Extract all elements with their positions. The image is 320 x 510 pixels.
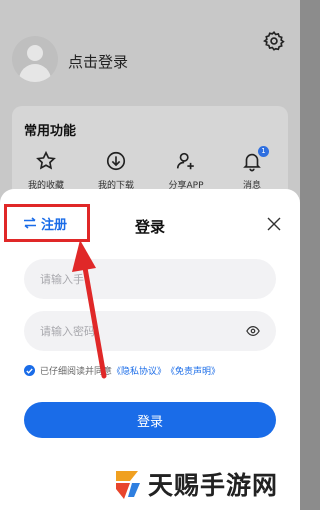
gear-icon[interactable]: [263, 30, 285, 52]
login-submit-label: 登录: [136, 414, 163, 430]
downloads-button[interactable]: 我的下载: [86, 150, 146, 191]
watermark-logo-icon: [116, 471, 140, 499]
close-icon[interactable]: [267, 217, 281, 231]
download-icon: [106, 151, 126, 171]
message-count-badge: 1: [258, 146, 269, 157]
avatar[interactable]: [12, 36, 58, 82]
messages-button[interactable]: 1 消息: [222, 146, 282, 191]
watermark-text: 天赐手游网: [148, 471, 279, 500]
login-sheet: 注册 登录 请输入手 请输入密码 已仔细阅读并同意 《隐私协议》 《免责声明》 …: [0, 189, 300, 510]
agreement-checkbox[interactable]: [24, 365, 35, 376]
phone-placeholder: 请输入手: [40, 273, 84, 286]
common-functions-title: 常用功能: [24, 124, 77, 139]
agreement-text: 已仔细阅读并同意: [40, 367, 113, 377]
star-icon: [36, 150, 56, 170]
password-input[interactable]: 请输入密码: [24, 311, 276, 351]
favorites-button[interactable]: 我的收藏: [16, 150, 76, 191]
sheet-title: 登录: [134, 218, 165, 236]
share-user-icon: [176, 152, 194, 170]
privacy-policy-link[interactable]: 《隐私协议》: [112, 364, 166, 377]
phone-input[interactable]: 请输入手: [24, 259, 276, 299]
eye-icon[interactable]: [246, 325, 260, 337]
watermark: 天赐手游网: [112, 466, 278, 502]
disclaimer-link[interactable]: 《免责声明》: [166, 364, 220, 377]
share-app-button[interactable]: 分享APP: [156, 150, 216, 191]
password-placeholder: 请输入密码: [40, 325, 95, 338]
agreement-row: 已仔细阅读并同意 《隐私协议》 《免责声明》: [24, 364, 220, 377]
login-link[interactable]: 点击登录: [68, 51, 128, 72]
login-submit-button[interactable]: 登录: [24, 402, 276, 438]
